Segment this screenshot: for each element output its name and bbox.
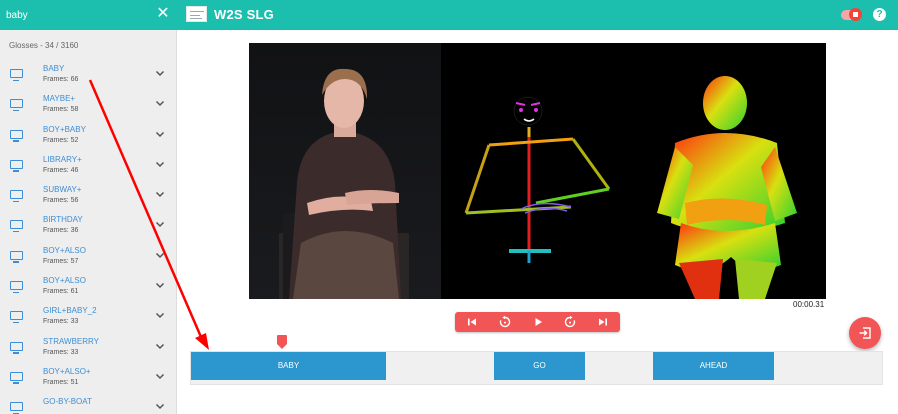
gloss-frames: Frames: 61	[43, 288, 79, 296]
gloss-list: BABY Frames: 66 MAYBE+ Frames: 58 BOY+BABY Fr…	[0, 60, 176, 414]
signer-video-panel	[249, 43, 441, 299]
gloss-name: SUBWAY+	[43, 185, 82, 195]
gloss-name: GO-BY-BOAT	[43, 397, 92, 407]
skip-previous-icon[interactable]	[464, 314, 480, 330]
gloss-name: BABY	[43, 64, 65, 73]
tv-icon	[10, 281, 23, 294]
tv-icon	[10, 99, 23, 112]
record-toggle[interactable]	[841, 8, 862, 21]
gloss-name: LIBRARY+	[43, 154, 82, 164]
gloss-name: BOY+BABY	[43, 124, 86, 134]
chevron-down-icon[interactable]	[154, 400, 166, 412]
gloss-name: MAYBE+	[43, 94, 76, 104]
gloss-list-item[interactable]: STRAWBERRY Frames: 33	[0, 333, 176, 363]
video-timecode: 00:00.31	[793, 300, 825, 309]
gloss-frames: Frames: 36	[43, 227, 79, 235]
timeline-segment-ahead[interactable]: AHEAD	[653, 352, 774, 380]
chevron-down-icon[interactable]	[154, 128, 166, 140]
gloss-name: STRAWBERRY	[43, 336, 100, 346]
gloss-sidebar: Glosses - 34 / 3160 BABY Frames: 66 MAYBE+…	[0, 30, 177, 414]
gloss-list-item[interactable]: BOY+ALSO Frames: 57	[0, 242, 176, 272]
search-area: ✕	[0, 0, 177, 30]
gloss-list-item[interactable]: GIRL+BABY_2 Frames: 33	[0, 302, 176, 332]
gloss-name: BOY+ALSO	[43, 276, 86, 286]
dense-pose-panel	[657, 76, 797, 299]
chevron-down-icon[interactable]	[154, 340, 166, 352]
tv-icon	[10, 341, 23, 354]
gloss-count: Glosses - 34 / 3160	[9, 41, 79, 50]
chevron-down-icon[interactable]	[154, 309, 166, 321]
gloss-list-item[interactable]: BABY Frames: 66	[0, 60, 176, 90]
gloss-frames: Frames: 57	[43, 257, 79, 265]
gloss-timeline: BABY GO AHEAD	[190, 351, 883, 385]
gloss-list-item[interactable]: BOY+ALSO Frames: 61	[0, 272, 176, 302]
tv-icon	[10, 190, 23, 203]
gloss-frames: Frames: 51	[43, 378, 79, 386]
exit-icon	[859, 327, 871, 339]
gloss-frames: Frames: 66	[43, 76, 79, 83]
gloss-frames: Frames: 33	[43, 318, 79, 326]
chevron-down-icon[interactable]	[154, 97, 166, 109]
tv-icon	[10, 402, 23, 414]
gloss-frames: Frames: 56	[43, 197, 79, 205]
gloss-frames: Frames: 46	[43, 166, 79, 174]
toggle-knob	[849, 8, 862, 21]
skeleton-pose-panel	[464, 96, 611, 263]
gloss-list-item[interactable]: LIBRARY+ Frames: 46	[0, 151, 176, 181]
play-icon[interactable]	[530, 314, 546, 330]
chevron-down-icon[interactable]	[154, 279, 166, 291]
tv-icon	[10, 371, 23, 384]
close-icon[interactable]: ✕	[156, 6, 170, 24]
gloss-list-item[interactable]: BOY+ALSO+ Frames: 51	[0, 363, 176, 393]
gloss-frames: Frames: 58	[43, 106, 79, 114]
tv-icon	[10, 220, 23, 233]
gloss-name: BIRTHDAY	[43, 215, 83, 225]
gloss-name: BOY+ALSO+	[43, 366, 91, 376]
tv-icon	[10, 250, 23, 263]
tv-icon	[10, 311, 23, 324]
tv-icon	[10, 159, 23, 172]
gloss-list-item[interactable]: BOY+BABY Frames: 52	[0, 121, 176, 151]
chevron-down-icon[interactable]	[154, 370, 166, 382]
timeline-segment-baby[interactable]: BABY	[191, 352, 386, 380]
gloss-frames: Frames: 33	[43, 348, 79, 356]
top-bar: ✕ W2S SLG ?	[0, 0, 898, 30]
replay-icon[interactable]	[497, 314, 513, 330]
video-frame	[249, 43, 826, 299]
gloss-name: GIRL+BABY_2	[43, 306, 97, 316]
gloss-list-item[interactable]: SUBWAY+ Frames: 56	[0, 181, 176, 211]
gloss-list-item[interactable]: MAYBE+ Frames: 58	[0, 90, 176, 120]
gloss-frames: Frames: 52	[43, 136, 79, 144]
chevron-down-icon[interactable]	[154, 188, 166, 200]
tv-icon	[10, 129, 23, 142]
signer-figure	[279, 68, 409, 299]
timeline-playhead[interactable]	[277, 335, 287, 349]
search-input[interactable]	[6, 6, 146, 24]
help-circle-icon[interactable]: ?	[873, 8, 886, 21]
timeline-segment-go[interactable]: GO	[494, 352, 585, 380]
chevron-down-icon[interactable]	[154, 249, 166, 261]
player-controls	[455, 312, 620, 332]
chevron-down-icon[interactable]	[154, 158, 166, 170]
forward-icon[interactable]	[562, 314, 578, 330]
tv-icon	[10, 69, 23, 81]
app-logo-icon	[186, 6, 207, 22]
app-title: W2S SLG	[214, 7, 274, 22]
chevron-down-icon[interactable]	[154, 218, 166, 230]
exit-button[interactable]	[849, 317, 881, 349]
gloss-list-item[interactable]: GO-BY-BOAT	[0, 393, 176, 414]
chevron-down-icon[interactable]	[154, 67, 166, 79]
skip-next-icon[interactable]	[595, 314, 611, 330]
gloss-list-item[interactable]: BIRTHDAY Frames: 36	[0, 211, 176, 241]
gloss-name: BOY+ALSO	[43, 245, 86, 255]
